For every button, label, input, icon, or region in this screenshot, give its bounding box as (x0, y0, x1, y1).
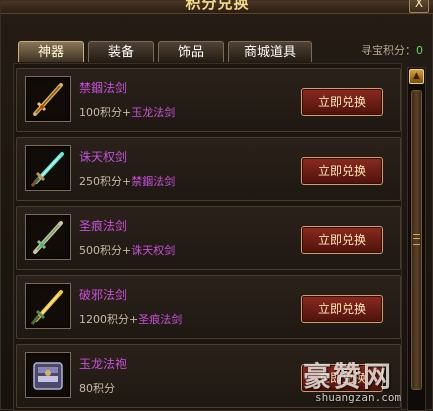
robe-icon (33, 362, 63, 390)
treasure-points: 寻宝积分：0 (361, 42, 423, 58)
redeem-button[interactable]: 立即兑换 (301, 157, 383, 185)
item-name: 破邪法剑 (79, 288, 128, 302)
item-cost: 80积分 (79, 380, 115, 396)
cost-points: 1200积分+ (79, 313, 139, 326)
item-name: 诛天权剑 (79, 150, 128, 164)
window-title: 积分兑换 (185, 0, 250, 12)
cost-required-item: 玉龙法剑 (131, 106, 176, 119)
grip-icon (413, 234, 420, 245)
redeem-button[interactable]: 立即兑换 (301, 295, 383, 323)
cost-points: 250积分+ (79, 175, 132, 188)
scroll-up-arrow-icon[interactable]: ▲ (409, 69, 424, 84)
item-icon-frame[interactable] (25, 76, 71, 122)
item-icon-frame[interactable] (25, 352, 71, 398)
close-button[interactable]: X (409, 0, 429, 13)
item-icon-frame[interactable] (25, 214, 71, 260)
cost-required-item: 禁錮法剑 (131, 175, 176, 188)
jade-sword-icon (33, 221, 63, 254)
list-item: 破邪法剑 1200积分+圣痕法剑 立即兑换 (16, 275, 401, 339)
item-cost: 100积分+玉龙法剑 (79, 104, 175, 120)
cost-required-item: 诛天权剑 (131, 244, 176, 257)
cost-required-item: 圣痕法剑 (138, 313, 183, 326)
watermark-url: shuangzan.com (315, 391, 402, 404)
cost-points: 100积分+ (79, 106, 132, 119)
item-icon-frame[interactable] (25, 145, 71, 191)
item-name: 禁錮法剑 (79, 81, 128, 95)
redeem-button[interactable]: 立即兑换 (301, 226, 383, 254)
flame-sword-icon (30, 290, 63, 325)
watermark-logo-text: 豪赞网 (303, 360, 394, 393)
item-name: 圣痕法剑 (79, 219, 128, 233)
title-bar[interactable]: 积分兑换 X (1, 0, 433, 14)
item-cost: 1200积分+圣痕法剑 (79, 311, 182, 327)
tab-accessories[interactable]: 饰品 (158, 41, 224, 62)
cost-points: 80积分 (79, 382, 115, 395)
site-watermark: 豪赞网 shuangzan.com (303, 355, 433, 409)
item-cost: 250积分+禁錮法剑 (79, 173, 175, 189)
list-item: 禁錮法剑 100积分+玉龙法剑 立即兑换 (16, 68, 401, 132)
points-value: 0 (416, 44, 423, 57)
scroll-thumb[interactable] (411, 90, 422, 390)
item-cost: 500积分+诛天权剑 (79, 242, 175, 258)
golden-sword-icon (33, 83, 63, 116)
list-item: 圣痕法剑 500积分+诛天权剑 立即兑换 (16, 206, 401, 270)
list-item: 诛天权剑 250积分+禁錮法剑 立即兑换 (16, 137, 401, 201)
tab-equipment[interactable]: 装备 (88, 41, 154, 62)
redeem-button[interactable]: 立即兑换 (301, 88, 383, 116)
item-icon-frame[interactable] (25, 283, 71, 329)
points-label: 寻宝积分： (361, 44, 416, 57)
item-name: 玉龙法袍 (79, 357, 128, 371)
tab-mall-items[interactable]: 商城道具 (228, 41, 312, 62)
points-exchange-window: 积分兑换 X 神器 装备 饰品 商城道具 寻宝积分：0 禁錮法剑 100积分+玉… (0, 0, 433, 411)
cyan-sword-icon (30, 152, 64, 187)
tab-artifact[interactable]: 神器 (18, 41, 84, 62)
cost-points: 500积分+ (79, 244, 132, 257)
